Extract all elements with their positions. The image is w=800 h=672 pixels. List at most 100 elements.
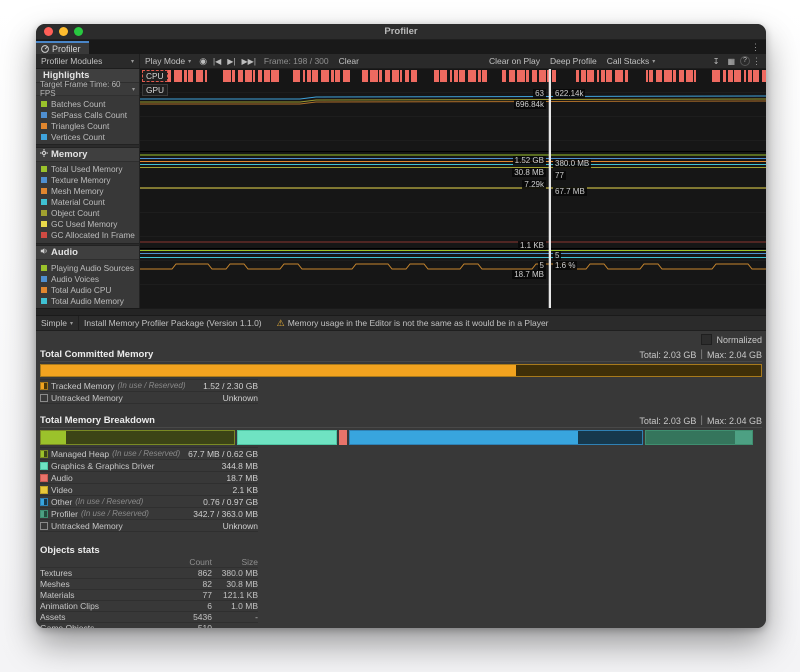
legend-color-swatch — [41, 287, 47, 293]
modules-sidebar: Highlights Target Frame Time: 60 FPS ▾ B… — [36, 69, 140, 308]
normalized-checkbox[interactable] — [701, 334, 712, 345]
memory-bar-segment[interactable] — [645, 430, 753, 445]
play-mode-dropdown[interactable]: Play Mode ▾ — [140, 54, 196, 68]
legend-item-playing-audio-sources[interactable]: Playing Audio Sources — [41, 262, 139, 273]
module-legend: Playing Audio Sources Audio Voices Total… — [36, 260, 139, 308]
chart-value-label: 5 — [538, 261, 546, 270]
legend-item-object-count[interactable]: Object Count — [41, 208, 139, 219]
memory-bar-segment[interactable] — [40, 430, 235, 445]
module-header[interactable]: Audio — [36, 246, 139, 260]
view-mode-dropdown[interactable]: Simple ▾ — [36, 316, 79, 330]
gpu-track-chip[interactable]: GPU — [142, 84, 168, 96]
frame-chart[interactable]: CPU GPU 63622.14k696.84k1.52 GB380.0 MB3… — [140, 69, 766, 308]
memory-bar-segment[interactable] — [339, 430, 346, 445]
memory-legend-row-graphics-graphics-driver[interactable]: Graphics & Graphics Driver 344.8 MB — [40, 460, 258, 472]
prev-frame-icon[interactable]: |◀ — [210, 57, 224, 66]
legend-color-swatch — [41, 221, 47, 227]
record-icon[interactable]: ◉ — [196, 56, 210, 67]
memory-legend-row-video[interactable]: Video 2.1 KB — [40, 484, 258, 496]
legend-item-setpass-calls-count[interactable]: SetPass Calls Count — [41, 109, 139, 120]
legend-color-swatch — [41, 276, 47, 282]
committed-memory-legend: Tracked Memory (In use / Reserved) 1.52 … — [40, 379, 258, 404]
objects-stats-row-assets: Assets 5436 - — [40, 612, 258, 623]
legend-color-swatch — [41, 177, 47, 183]
current-frame-icon[interactable]: ▶▶| — [239, 57, 259, 66]
save-profile-icon[interactable]: ▦ — [724, 57, 738, 66]
profiler-gauge-icon — [41, 45, 49, 53]
clear-on-play-button[interactable]: Clear on Play — [484, 54, 545, 68]
legend-color-swatch — [40, 498, 48, 506]
memory-breakdown-bar[interactable] — [40, 430, 762, 445]
profiler-modules-label: Profiler Modules — [41, 56, 102, 66]
legend-item-triangles-count[interactable]: Triangles Count — [41, 120, 139, 131]
memory-legend-row-tracked-memory[interactable]: Tracked Memory (In use / Reserved) 1.52 … — [40, 379, 258, 392]
editor-memory-warning: Memory usage in the Editor is not the sa… — [288, 318, 549, 328]
pane-splitter[interactable] — [36, 308, 766, 316]
next-frame-icon[interactable]: ▶| — [224, 57, 238, 66]
legend-color-swatch — [40, 394, 48, 402]
memory-legend-row-audio[interactable]: Audio 18.7 MB — [40, 472, 258, 484]
objects-stats-row-meshes: Meshes 82 30.8 MB — [40, 579, 258, 590]
window-titlebar: Profiler — [36, 24, 766, 40]
legend-color-swatch — [41, 134, 47, 140]
module-legend: Total Used Memory Texture Memory Mesh Me… — [36, 162, 139, 243]
memory-legend-row-profiler[interactable]: Profiler (In use / Reserved) 342.7 / 363… — [40, 508, 258, 520]
legend-item-vertices-count[interactable]: Vertices Count — [41, 131, 139, 142]
selected-frame-line[interactable] — [548, 69, 551, 308]
cpu-track-chip[interactable]: CPU — [142, 70, 168, 82]
chevron-down-icon: ▾ — [188, 58, 191, 65]
chart-value-label: 1.6 % — [553, 261, 577, 270]
deep-profile-button[interactable]: Deep Profile — [545, 54, 602, 68]
legend-color-swatch — [40, 450, 48, 458]
legend-item-audio-voices[interactable]: Audio Voices — [41, 273, 139, 284]
breakdown-max: Max: 2.04 GB — [707, 416, 762, 426]
memory-bar-segment[interactable] — [40, 364, 762, 377]
play-mode-label: Play Mode — [145, 56, 185, 66]
objects-stats-row-game-objects: Game Objects 510 - — [40, 623, 258, 628]
load-profile-icon[interactable]: ↧ — [710, 57, 723, 66]
memory-legend-row-managed-heap[interactable]: Managed Heap (In use / Reserved) 67.7 MB… — [40, 447, 258, 460]
chart-value-label: 696.84k — [514, 100, 546, 109]
memory-legend-row-untracked-memory[interactable]: Untracked Memory Unknown — [40, 392, 258, 404]
tab-profiler[interactable]: Profiler — [36, 41, 89, 54]
objects-stats-row-animation-clips: Animation Clips 6 1.0 MB — [40, 601, 258, 612]
memory-details-pane: Normalized Total Committed Memory Total:… — [36, 331, 766, 628]
memory-legend-row-other[interactable]: Other (In use / Reserved) 0.76 / 0.97 GB — [40, 496, 258, 508]
tab-menu-icon[interactable]: ⋮ — [751, 43, 760, 52]
legend-item-texture-memory[interactable]: Texture Memory — [41, 175, 139, 186]
legend-color-swatch — [41, 232, 47, 238]
legend-color-swatch — [40, 382, 48, 390]
chevron-down-icon: ▾ — [131, 58, 134, 65]
legend-item-batches-count[interactable]: Batches Count — [41, 98, 139, 109]
legend-item-gc-used-memory[interactable]: GC Used Memory — [41, 219, 139, 230]
size-column-header: Size — [212, 557, 258, 567]
legend-item-material-count[interactable]: Material Count — [41, 197, 139, 208]
legend-item-mesh-memory[interactable]: Mesh Memory — [41, 186, 139, 197]
view-mode-label: Simple — [41, 318, 67, 328]
legend-item-total-used-memory[interactable]: Total Used Memory — [41, 164, 139, 175]
target-frame-time-dropdown[interactable]: Target Frame Time: 60 FPS ▾ — [36, 83, 139, 96]
committed-memory-bar[interactable] — [40, 364, 762, 377]
install-memory-profiler-button[interactable]: Install Memory Profiler Package (Version… — [79, 316, 267, 330]
module-header[interactable]: Memory — [36, 148, 139, 162]
toolbar-menu-icon[interactable]: ⋮ — [752, 57, 761, 66]
legend-color-swatch — [41, 101, 47, 107]
clear-button[interactable]: Clear — [334, 54, 364, 68]
sidebar-module-audio: Audio ▾ Playing Audio Sources Audio Voic… — [36, 246, 139, 308]
profiler-modules-dropdown[interactable]: Profiler Modules ▾ — [36, 54, 140, 68]
help-icon[interactable]: ? — [740, 56, 750, 66]
memory-legend-row-untracked-memory[interactable]: Untracked Memory Unknown — [40, 520, 258, 532]
committed-max: Max: 2.04 GB — [707, 350, 762, 360]
legend-color-swatch — [41, 166, 47, 172]
chart-value-label: 7.29k — [522, 180, 546, 189]
objects-stats-header-row: Count Size — [40, 556, 258, 568]
legend-item-total-audio-memory[interactable]: Total Audio Memory — [41, 295, 139, 306]
legend-item-total-audio-cpu[interactable]: Total Audio CPU — [41, 284, 139, 295]
memory-bar-segment[interactable] — [349, 430, 644, 445]
chart-value-label: 63 — [533, 89, 546, 98]
objects-stats-row-materials: Materials 77 121.1 KB — [40, 590, 258, 601]
call-stacks-dropdown[interactable]: Call Stacks ▾ — [602, 54, 661, 68]
breakdown-total: Total: 2.03 GB — [639, 416, 696, 426]
memory-bar-segment[interactable] — [237, 430, 337, 445]
legend-item-gc-allocated-in-frame[interactable]: GC Allocated In Frame — [41, 230, 139, 241]
